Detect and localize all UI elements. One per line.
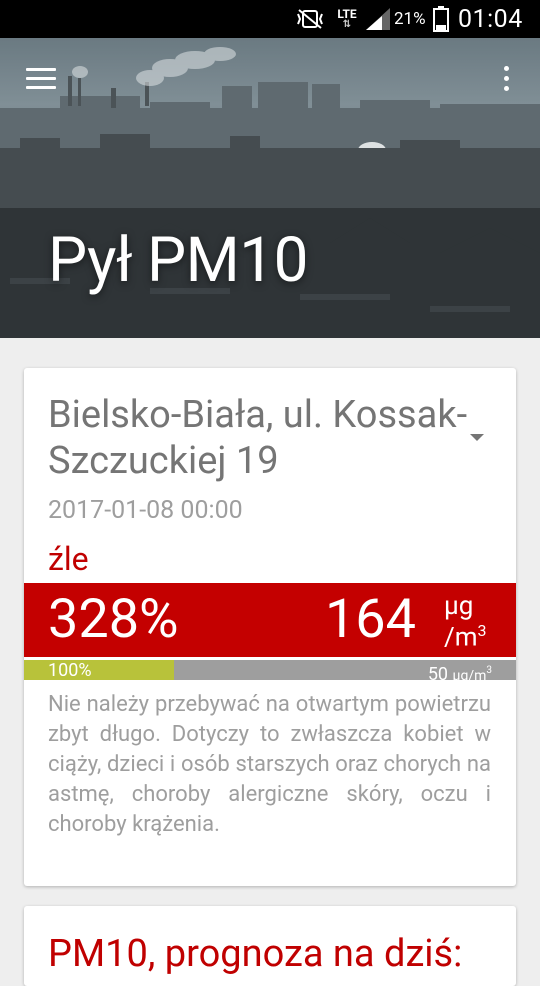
station-selector[interactable]: Bielsko-Biała, ul. Kossak-Szczuckiej 19 [48,392,468,484]
concentration-value: 164 [324,588,416,651]
dropdown-arrow-icon[interactable] [470,434,484,441]
battery-icon [433,0,451,38]
value-bar: 328% 164 µg /m3 [24,583,516,657]
concentration-unit: µg /m3 [424,589,504,653]
menu-button[interactable] [26,68,56,92]
percent-of-norm: 328% [48,588,179,651]
unit-mass: µg [444,591,474,621]
forecast-card: PM10, prognoza na dziś: [24,906,516,986]
norm-value-label: 50 µg/m3 [427,664,492,680]
norm-progress-fill [24,660,175,680]
header-banner: Pył PM10 [0,38,540,338]
station-card: Bielsko-Biała, ul. Kossak-Szczuckiej 19 … [24,368,516,886]
page-title: Pył PM10 [48,224,308,297]
status-bar: LTE ⇅ 21% 01:04 [0,0,540,38]
unit-volume: /m3 [444,621,487,653]
signal-strength-icon [366,0,392,38]
data-arrows-icon: ⇅ [342,19,352,30]
overflow-menu-button[interactable] [497,66,515,96]
clock: 01:04 [458,4,523,34]
lte-network-icon: LTE ⇅ [333,0,361,38]
vibrate-mute-icon [296,0,326,38]
air-quality-label: źle [48,540,89,578]
norm-percent-label: 100% [48,660,92,680]
measurement-time: 2017-01-08 00:00 [48,496,243,525]
health-advice-text: Nie należy przebywać na otwartym powietr… [48,692,491,837]
norm-progress-bar: 100% 50 µg/m3 [24,660,516,680]
battery-percent: 21% [394,9,426,29]
forecast-title: PM10, prognoza na dziś: [48,932,463,976]
